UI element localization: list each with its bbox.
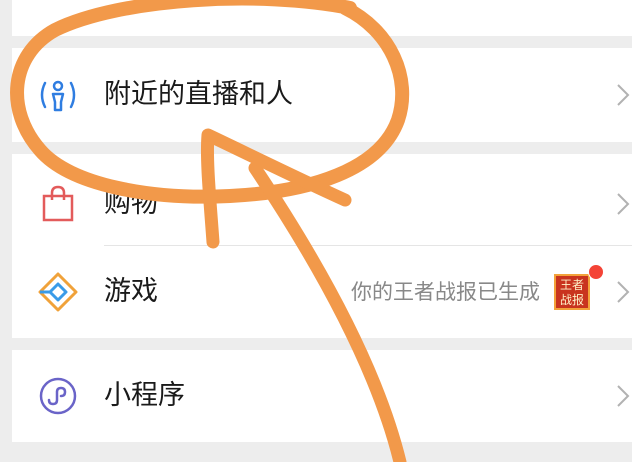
games-notice-text: 你的王者战报已生成 [351,280,540,304]
chevron-right-icon [617,193,630,215]
game-report-badge[interactable]: 王者 战报 [554,274,590,310]
list-item-games[interactable]: 游戏 你的王者战报已生成 王者 战报 [12,246,632,338]
list-item-mini-programs[interactable]: 小程序 [12,350,632,442]
list-item-label: 游戏 [104,276,158,307]
shopping-games-group: 购物 游戏 你的王者战报已生成 王者 战报 [12,154,632,338]
chevron-right-icon [617,84,630,106]
list-item-nearby[interactable]: 附近的直播和人 [12,48,632,142]
notification-dot [588,264,604,280]
list-item-label: 附近的直播和人 [104,79,293,110]
list-item-label: 购物 [104,188,158,219]
badge-text-line-1: 王者 [559,278,584,292]
list-item-shopping[interactable]: 购物 [12,154,632,246]
shopping-bag-icon [42,185,74,222]
mini-program-icon [39,377,77,415]
badge-text-line-2: 战报 [559,293,584,307]
list-item-label: 看一看 [104,0,185,36]
list-item-look[interactable]: 看一看 [12,0,632,36]
nearby-person-icon [40,80,76,112]
chevron-right-icon [617,281,630,303]
nearby-group: 附近的直播和人 [12,48,632,142]
sparkle-icon [38,0,78,8]
settings-screen: 看一看 附近的直播和人 购物 [0,0,632,462]
mini-programs-group: 小程序 [12,350,632,442]
top-group: 看一看 [12,0,632,36]
list-item-label: 小程序 [104,380,185,411]
game-diamond-icon [38,272,78,312]
chevron-right-icon [617,385,630,407]
